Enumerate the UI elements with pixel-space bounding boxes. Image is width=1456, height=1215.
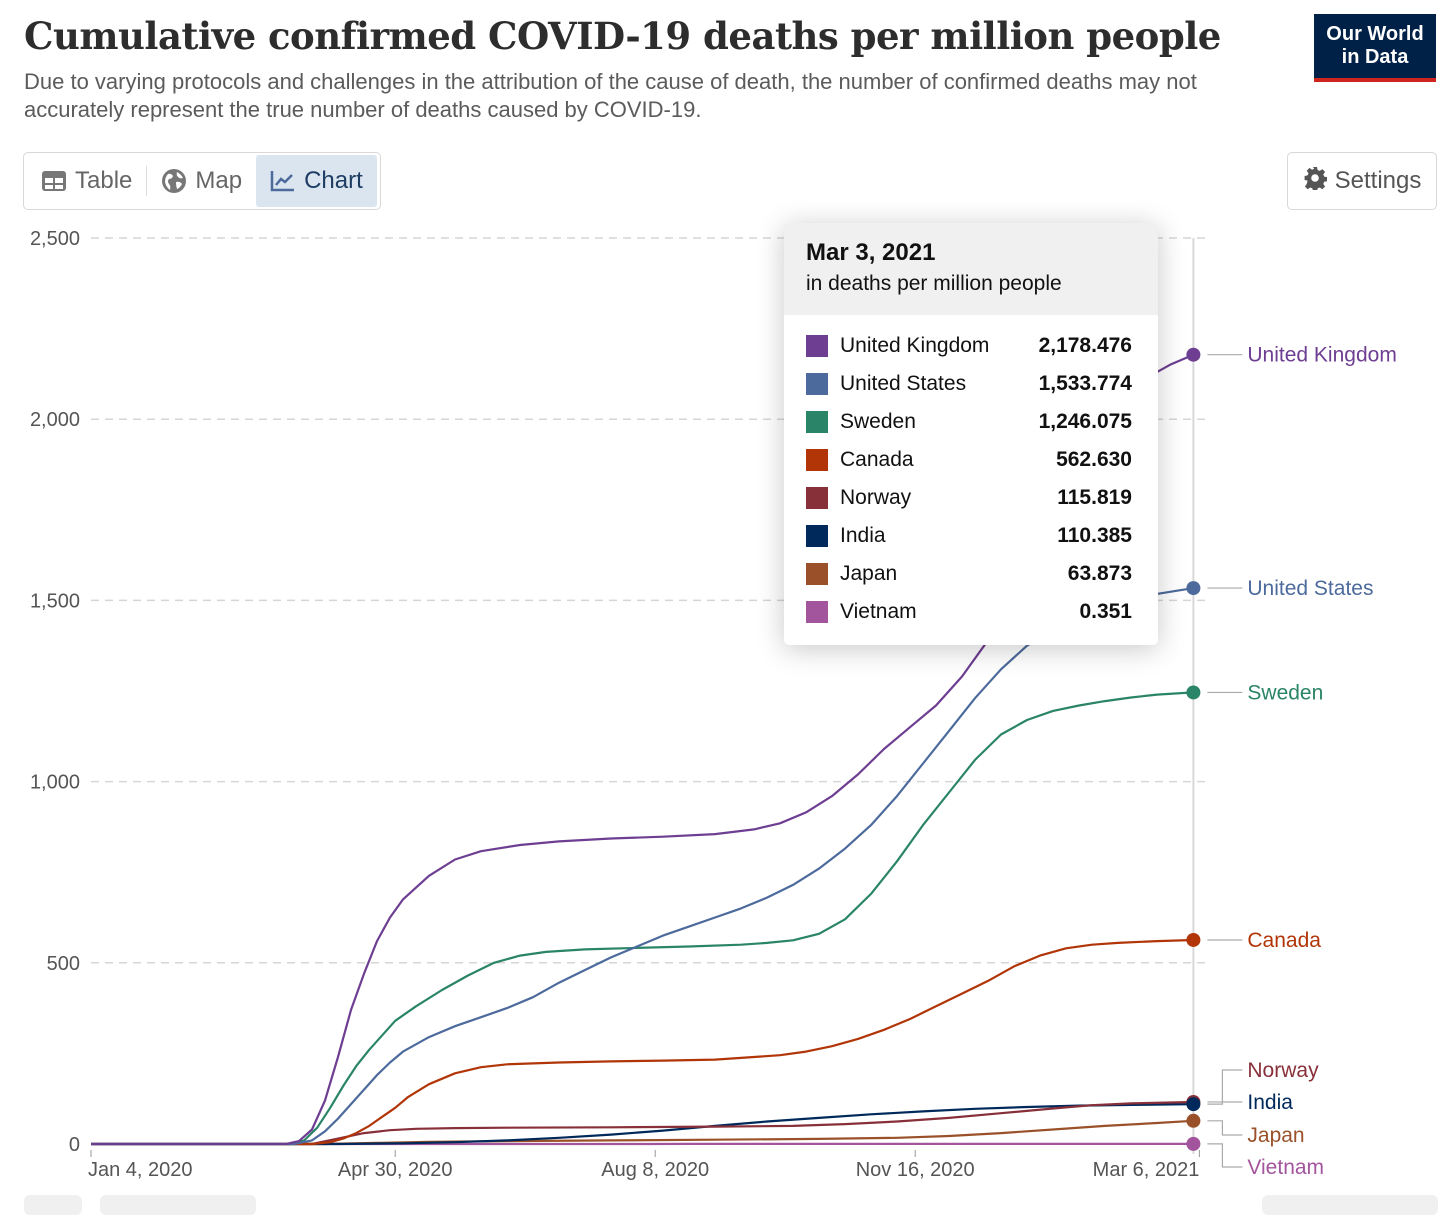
tooltip-country: Norway — [840, 486, 1057, 510]
tooltip-country: Canada — [840, 448, 1056, 472]
tooltip-header: Mar 3, 2021 in deaths per million people — [784, 223, 1158, 315]
legend-swatch — [806, 449, 828, 471]
tooltip-row: United Kingdom2,178.476 — [806, 327, 1132, 365]
x-tick-label: Aug 8, 2020 — [601, 1159, 709, 1181]
end-marker — [1186, 1097, 1200, 1111]
tooltip-value: 562.630 — [1056, 448, 1132, 472]
y-tick-label: 1,000 — [30, 772, 80, 794]
tooltip-row: India110.385 — [806, 517, 1132, 555]
series-end-label: Sweden — [1247, 681, 1323, 704]
tooltip-value: 1,246.075 — [1039, 410, 1132, 434]
x-tick-label: Nov 16, 2020 — [856, 1159, 975, 1181]
series-end-label: India — [1247, 1091, 1293, 1114]
series-line-sweden — [91, 692, 1193, 1144]
label-connector — [1207, 1121, 1242, 1135]
series-end-label: United States — [1247, 577, 1373, 600]
tooltip-row: Vietnam0.351 — [806, 593, 1132, 631]
tooltip-value: 110.385 — [1057, 524, 1132, 548]
legend-swatch — [806, 411, 828, 433]
footer-button[interactable] — [1262, 1195, 1438, 1215]
tooltip-row: United States1,533.774 — [806, 365, 1132, 403]
tooltip-row: Canada562.630 — [806, 441, 1132, 479]
y-tick-label: 2,500 — [30, 228, 80, 250]
tooltip-country: Vietnam — [840, 600, 1079, 624]
series-end-label: Vietnam — [1247, 1156, 1324, 1179]
line-chart[interactable]: 0 500 1,000 1,500 2,000 2,500 Jan 4, 2020 Apr … — [0, 0, 1456, 1205]
tooltip-row: Norway115.819 — [806, 479, 1132, 517]
tooltip-value: 2,178.476 — [1039, 334, 1132, 358]
y-tick-label: 1,500 — [30, 590, 80, 612]
footer-button[interactable] — [100, 1195, 256, 1215]
y-tick-label: 0 — [69, 1134, 80, 1156]
tooltip-value: 63.873 — [1068, 562, 1132, 586]
end-marker — [1186, 581, 1200, 595]
end-marker — [1186, 933, 1200, 947]
legend-swatch — [806, 373, 828, 395]
series-end-label: United Kingdom — [1247, 344, 1396, 367]
series-end-label: Japan — [1247, 1124, 1304, 1147]
x-axis: Jan 4, 2020 Apr 30, 2020 Aug 8, 2020 Nov 16… — [88, 1150, 1199, 1181]
tooltip-date: Mar 3, 2021 — [806, 237, 1136, 269]
series-end-label: Norway — [1247, 1059, 1319, 1082]
footer-button[interactable] — [24, 1195, 82, 1215]
x-tick-label: Jan 4, 2020 — [88, 1159, 193, 1181]
legend-swatch — [806, 487, 828, 509]
hover-tooltip: Mar 3, 2021 in deaths per million people… — [784, 223, 1158, 645]
legend-swatch — [806, 563, 828, 585]
legend-swatch — [806, 525, 828, 547]
tooltip-unit: in deaths per million people — [806, 269, 1136, 299]
tooltip-row: Japan63.873 — [806, 555, 1132, 593]
end-marker — [1186, 348, 1200, 362]
legend-swatch — [806, 601, 828, 623]
end-marker — [1186, 685, 1200, 699]
tooltip-country: India — [840, 524, 1057, 548]
x-tick-label: Mar 6, 2021 — [1093, 1159, 1200, 1181]
x-tick-label: Apr 30, 2020 — [338, 1159, 453, 1181]
end-marker — [1186, 1137, 1200, 1151]
legend-swatch — [806, 335, 828, 357]
y-axis: 0 500 1,000 1,500 2,000 2,500 — [30, 228, 80, 1156]
tooltip-value: 115.819 — [1057, 486, 1132, 510]
tooltip-rows: United Kingdom2,178.476 United States1,5… — [784, 315, 1158, 645]
tooltip-country: United Kingdom — [840, 334, 1039, 358]
tooltip-value: 0.351 — [1079, 600, 1132, 624]
tooltip-country: United States — [840, 372, 1039, 396]
y-tick-label: 2,000 — [30, 409, 80, 431]
label-connector — [1207, 1070, 1242, 1102]
end-marker — [1186, 1114, 1200, 1128]
tooltip-value: 1,533.774 — [1039, 372, 1132, 396]
series-end-label: Canada — [1247, 929, 1321, 952]
y-tick-label: 500 — [47, 953, 80, 975]
label-connector — [1207, 1144, 1242, 1167]
tooltip-country: Sweden — [840, 410, 1039, 434]
tooltip-country: Japan — [840, 562, 1068, 586]
tooltip-row: Sweden1,246.075 — [806, 403, 1132, 441]
series-end-labels: United Kingdom United States Sweden Canada N… — [1207, 344, 1396, 1179]
series-line-canada — [91, 940, 1193, 1144]
series-line-norway — [91, 1102, 1193, 1144]
